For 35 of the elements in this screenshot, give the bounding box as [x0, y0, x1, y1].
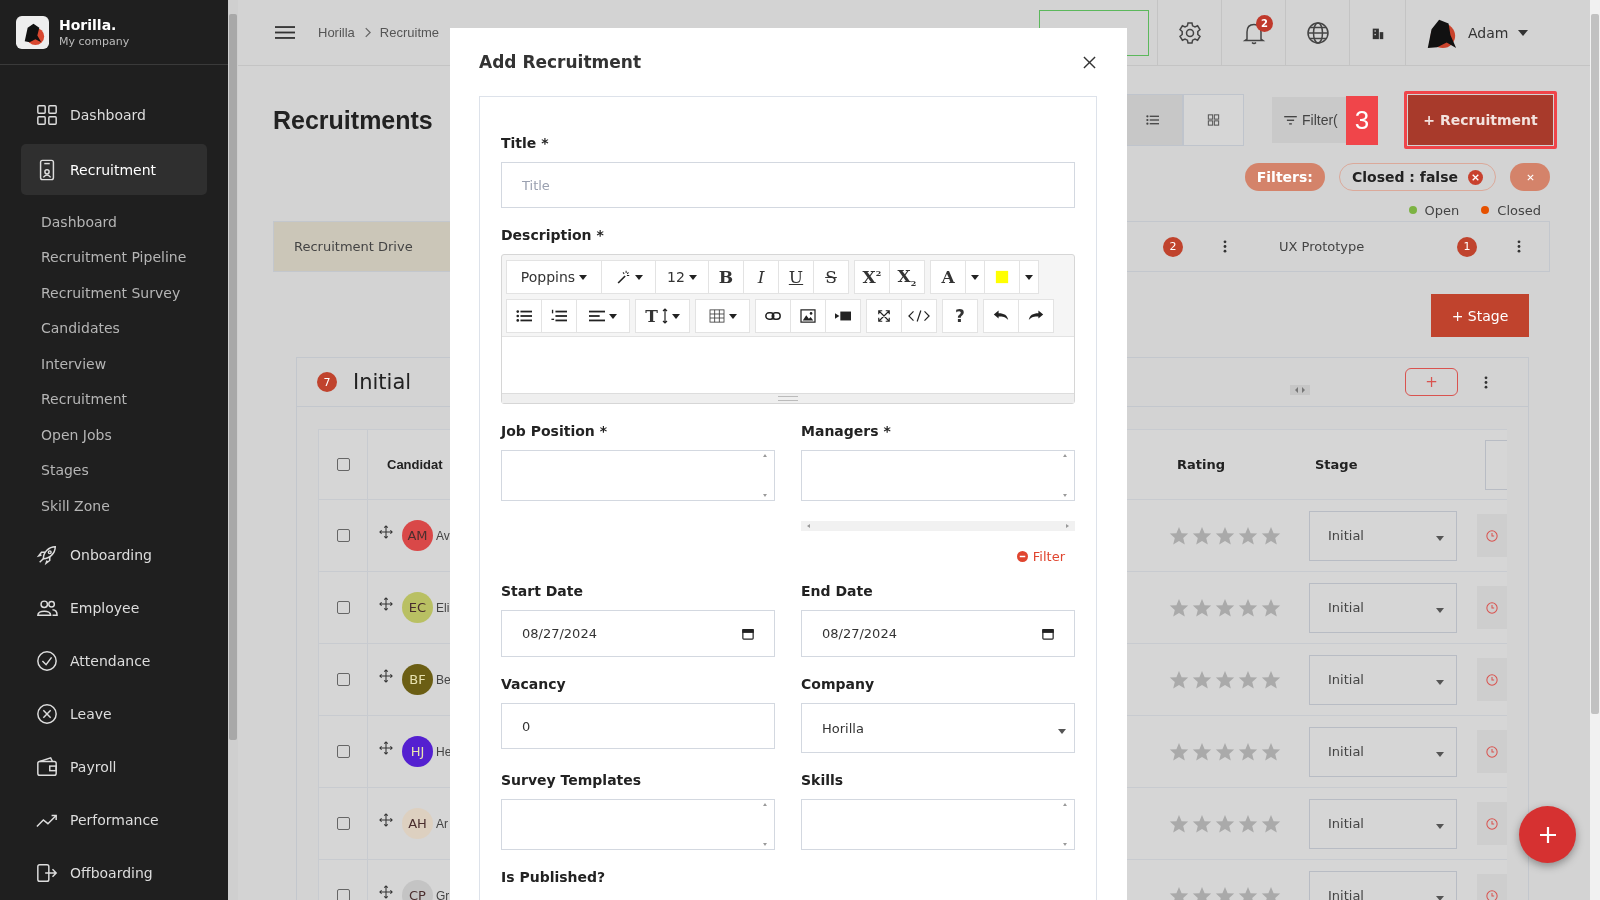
field-label: Skills [801, 771, 845, 790]
tab-label: Recruitment Drive [294, 239, 413, 254]
legend-label: Open [1424, 202, 1460, 218]
avatar: AM [402, 520, 433, 551]
count-badge: 1 [1457, 236, 1477, 257]
field-label: Description * [501, 226, 605, 245]
column-header: Candidat [387, 457, 443, 472]
brand-name: Horilla. [59, 16, 118, 33]
page-title: Recruitments [273, 105, 433, 135]
filters-label: Filters: [1244, 163, 1325, 191]
field-label: Job Position * [501, 422, 608, 441]
step-marker: 3 [1346, 95, 1378, 145]
column-header: Stage [1315, 457, 1358, 472]
company-name: My company [59, 34, 130, 48]
stage-title: Initial [353, 370, 412, 394]
field-label: Vacancy [501, 675, 567, 694]
avatar: HJ [402, 736, 433, 767]
field-label: Title * [501, 134, 550, 153]
field-label: Survey Templates [501, 771, 643, 790]
field-label: Managers * [801, 422, 892, 441]
column-header: Rating [1177, 457, 1225, 472]
count-badge: 2 [1163, 236, 1183, 257]
avatar: EC [402, 592, 433, 623]
field-label: Is Published? [501, 868, 607, 887]
field-label: Company [801, 675, 876, 694]
avatar: BF [402, 664, 433, 695]
legend-label: Closed [1497, 202, 1541, 218]
tab-label: UX Prototype [1279, 239, 1366, 254]
count-badge: 7 [317, 372, 337, 392]
avatar: AH [402, 808, 433, 839]
field-label: End Date [801, 582, 874, 601]
field-label: Start Date [501, 582, 584, 601]
avatar: CP [402, 880, 433, 900]
notification-count: 2 [1256, 15, 1273, 32]
dialog-title: Add Recruitment [479, 52, 642, 72]
